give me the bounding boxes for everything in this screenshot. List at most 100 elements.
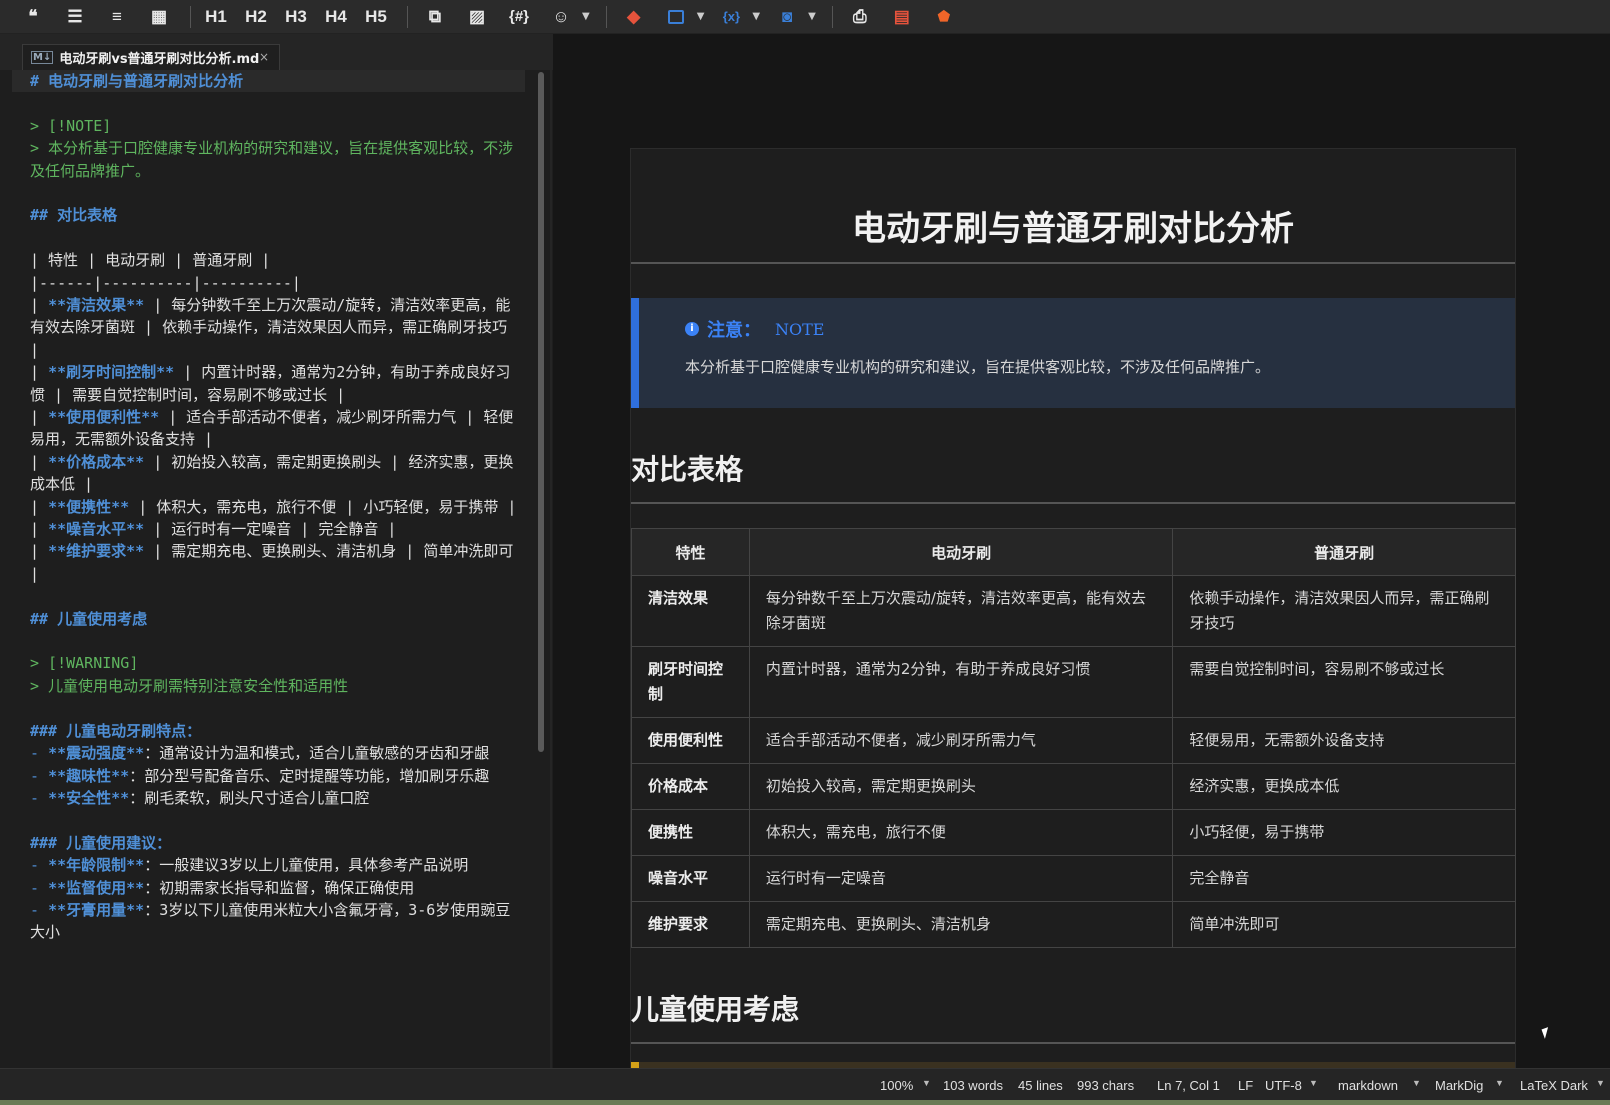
toolbar-separator [831,5,833,28]
md-text: ：初期需家长指导和监督，确保正确使用 [144,878,415,897]
editor-line[interactable] [30,697,525,719]
editor-line[interactable]: |------|----------|----------| [30,272,525,294]
editor-line[interactable]: - **年龄限制**：一般建议3岁以上儿童使用，具体参考产品说明 [30,854,525,876]
table-cell: 轻便易用，无需额外设备支持 [1172,717,1516,764]
editor-line[interactable]: | **噪音水平** | 运行时有一定噪音 | 完全静音 | [30,518,525,540]
table-cell: 完全静音 [1172,855,1516,902]
language-mode[interactable]: markdown [1338,1078,1398,1093]
editor-line[interactable]: | **便携性** | 体积大，需充电，旅行不便 | 小巧轻便，易于携带 | [30,496,525,518]
md-quote-text: > 本分析基于口腔健康专业机构的研究和建议，旨在提供客观比较，不涉及任何品牌推广… [30,139,514,180]
tab-document[interactable]: M↓ 电动牙刷vs普通牙刷对比分析.md × [22,44,280,70]
feature-cell: 价格成本 [631,763,750,810]
editor-line[interactable]: # 电动牙刷与普通牙刷对比分析 [12,70,525,93]
markdown-editor[interactable]: # 电动牙刷与普通牙刷对比分析 > [!NOTE] > 本分析基于口腔健康专业机构的… [12,70,546,1068]
h1-button[interactable]: H1 [199,4,233,30]
editor-scrollbar[interactable] [538,72,544,752]
editor-line[interactable]: > [!WARNING] [30,652,525,674]
chevron-down-icon[interactable]: ▼ [752,11,760,22]
editor-line[interactable]: ### 儿童使用建议： [30,832,525,854]
git-icon[interactable]: ◆ [615,4,653,30]
table-cell: 运行时有一定噪音 [748,855,1174,902]
print-icon[interactable]: ⎙ [841,4,879,30]
editor-line[interactable]: | 特性 | 电动牙刷 | 普通牙刷 | [30,249,525,271]
pane-splitter[interactable] [550,34,552,1068]
chevron-down-icon[interactable]: ▼ [1309,1078,1318,1088]
bulleted-list-button[interactable]: ☰ [56,4,94,30]
editor-line[interactable]: | **价格成本** | 初始投入较高，需定期更换刷头 | 经济实惠，更换成本低… [30,451,525,496]
pdf-export-icon[interactable]: ▤ [883,4,921,30]
editor-line[interactable] [30,585,525,607]
chevron-down-icon[interactable]: ▼ [697,11,705,22]
chevron-down-icon[interactable]: ▼ [1412,1078,1421,1088]
editor-line[interactable]: > [!NOTE] [30,115,525,137]
cursor-position: Ln 7, Col 1 [1157,1078,1220,1093]
chevron-down-icon[interactable]: ▼ [808,11,816,22]
editor-line[interactable]: - **牙膏用量**：3岁以下儿童使用米粒大小含氟牙膏，3-6岁使用豌豆大小 [30,899,525,944]
md-bold-text: **维护要求** [48,542,145,561]
editor-line[interactable]: > 儿童使用电动牙刷需特别注意安全性和适用性 [30,675,525,697]
variables-button[interactable]: {x} [712,4,750,30]
editor-line[interactable]: | **清洁效果** | 每分钟数千至上万次震动/旋转，清洁效率更高，能有效去除… [30,294,525,361]
presentation-button[interactable] [657,4,695,30]
preview-pane[interactable]: 电动牙刷与普通牙刷对比分析 i 注意： NOTE 本分析基于口腔健康专业机构的研… [553,34,1610,1068]
editor-line[interactable] [30,809,525,831]
editor-line[interactable]: ## 对比表格 [30,204,525,226]
md-bold-text: **安全性** [48,788,130,807]
editor-line[interactable]: - **震动强度**：通常设计为温和模式，适合儿童敏感的牙齿和牙龈 [30,742,525,764]
heading-kids-usage: 儿童使用考虑 [631,988,1515,1044]
editor-line[interactable]: | **刷牙时间控制** | 内置计时器，通常为2分钟，有助于养成良好习惯 | … [30,361,525,406]
chevron-down-icon[interactable]: ▼ [582,11,590,22]
h4-button[interactable]: H4 [319,4,353,30]
chevron-down-icon[interactable]: ▼ [922,1078,931,1088]
md-bold-text: **年龄限制** [48,856,145,875]
md-prefix: | [30,497,49,516]
insert-image-button[interactable]: ▨ [458,4,496,30]
zoom-level[interactable]: 100% [880,1078,913,1093]
feature-cell: 便携性 [631,809,750,856]
md-text: ：一般建议3岁以上儿童使用，具体参考产品说明 [144,856,469,875]
note-label: 注意： [707,320,761,341]
markdown-engine[interactable]: MarkDig [1435,1078,1483,1093]
md-prefix: - [30,788,49,807]
numbered-list-button[interactable]: ≡ [98,4,136,30]
md-bold-text: **刷牙时间控制** [48,363,175,382]
editor-line[interactable] [30,227,525,249]
toolbar-separator [605,5,607,28]
blockquote-button[interactable]: ❝ [14,4,52,30]
encoding[interactable]: UTF-8 [1265,1078,1302,1093]
html5-export-icon[interactable]: ⬟ [925,4,963,30]
h2-button[interactable]: H2 [239,4,273,30]
editor-line[interactable]: ### 儿童电动牙刷特点： [30,720,525,742]
table-header-cell: 电动牙刷 [748,528,1174,576]
editor-line[interactable]: ## 儿童使用考虑 [30,608,525,630]
md-prefix: | [30,363,49,382]
editor-line[interactable] [30,182,525,204]
table-header-row: 特性 电动牙刷 普通牙刷 [631,528,1516,576]
editor-line[interactable] [30,630,525,652]
h5-button[interactable]: H5 [359,4,393,30]
page-title: 电动牙刷与普通牙刷对比分析 [631,201,1515,264]
chevron-down-icon[interactable]: ▼ [1596,1078,1605,1088]
editor-line[interactable]: | **使用便利性** | 适合手部活动不便者，减少刷牙所需力气 | 轻便易用，… [30,406,525,451]
table-row: 刷牙时间控制 内置计时器，通常为2分钟，有助于养成良好习惯 需要自觉控制时间，容易刷… [631,646,1516,718]
editor-line[interactable]: - **监督使用**：初期需家长指导和监督，确保正确使用 [30,877,525,899]
editor-line[interactable]: | **维护要求** | 需定期充电、更换刷头、清洁机身 | 简单冲洗即可 | [30,540,525,585]
word-count: 103 words [943,1078,1003,1093]
insert-link-button[interactable]: ⧉ [416,4,454,30]
preview-theme[interactable]: LaTeX Dark [1520,1078,1588,1093]
md-text: ：部分型号配备音乐、定时提醒等功能，增加刷牙乐趣 [129,766,490,785]
line-ending[interactable]: LF [1238,1078,1253,1093]
editor-line[interactable]: - **趣味性**：部分型号配备音乐、定时提醒等功能，增加刷牙乐趣 [30,765,525,787]
editor-line[interactable]: - **安全性**：刷毛柔软，刷头尺寸适合儿童口腔 [30,787,525,809]
h3-button[interactable]: H3 [279,4,313,30]
table-button[interactable]: ▦ [140,4,178,30]
emoji-button[interactable]: ☺ [542,4,580,30]
feed-button[interactable]: ◙ [768,4,806,30]
toolbar: ❝ ☰ ≡ ▦ H1 H2 H3 H4 H5 ⧉ ▨ {#} ☺ ▼ ◆ ▼ {… [0,0,1610,34]
editor-line[interactable] [30,92,525,114]
chevron-down-icon[interactable]: ▼ [1495,1078,1504,1088]
editor-line[interactable]: > 本分析基于口腔健康专业机构的研究和建议，旨在提供客观比较，不涉及任何品牌推广… [30,137,525,182]
close-tab-icon[interactable]: × [259,50,269,64]
md-prefix: - [30,856,49,875]
insert-code-button[interactable]: {#} [500,4,538,30]
